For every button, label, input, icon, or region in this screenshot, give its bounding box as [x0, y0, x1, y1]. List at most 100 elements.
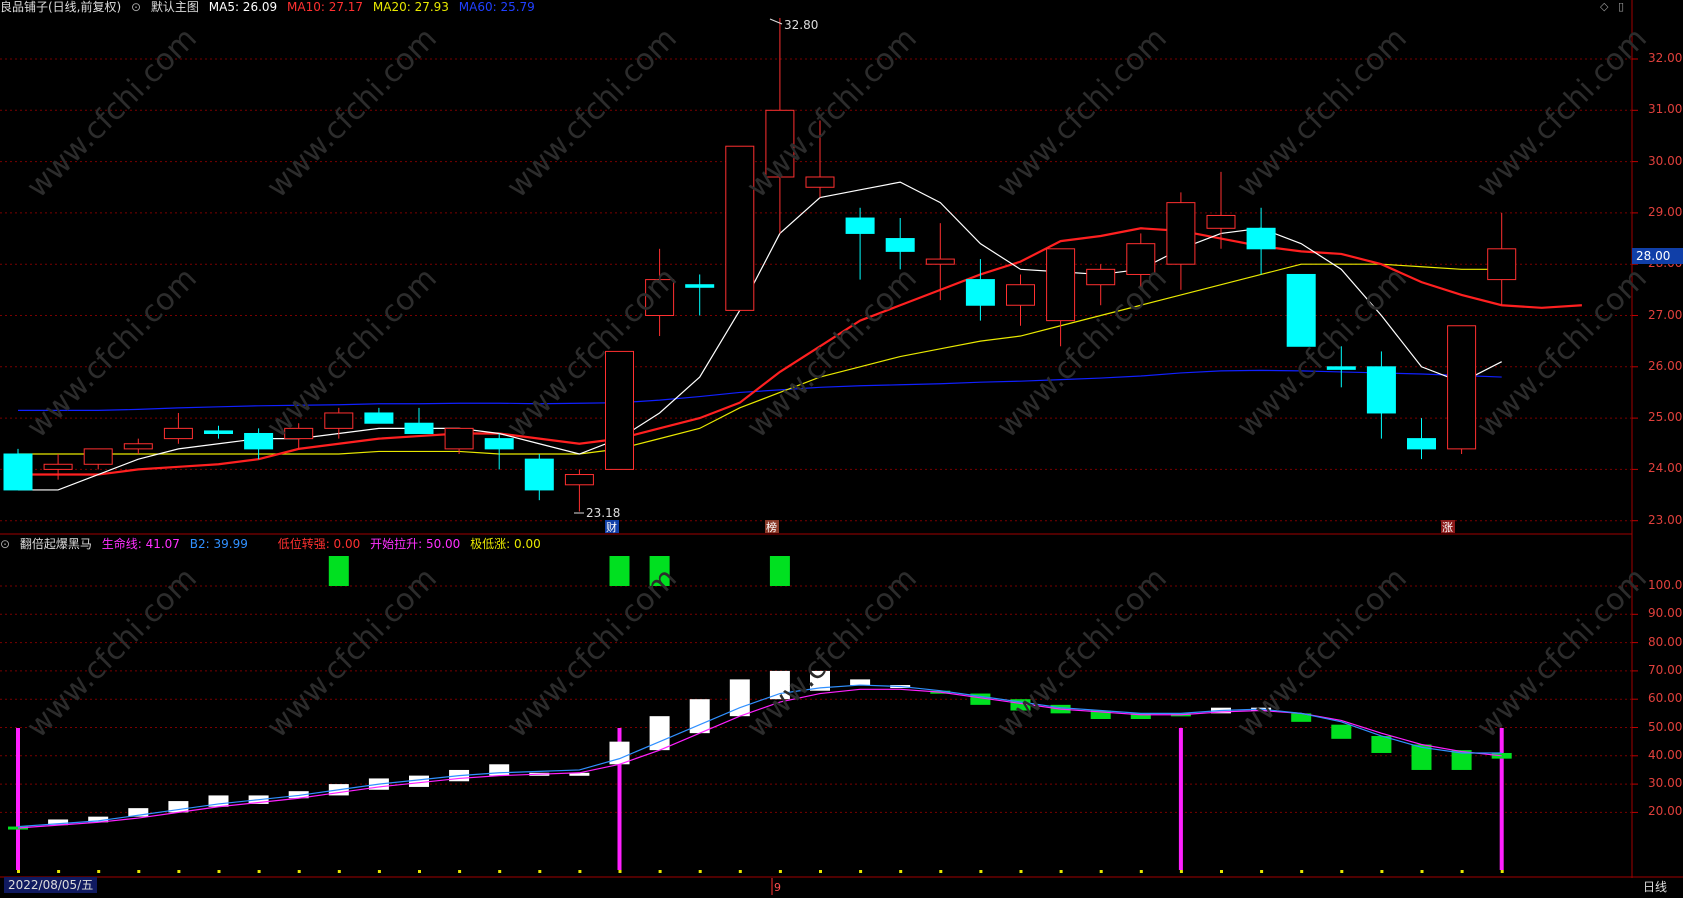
start-rise-label: 开始拉升: 50.00 [370, 537, 461, 551]
candle-up [1166, 202, 1196, 265]
date-label: 2022/08/05/五 [4, 877, 98, 893]
start-rise-bar [328, 556, 349, 586]
baseline-dot [778, 870, 782, 873]
low-turn-label: 低位转强: 0.00 [277, 537, 361, 551]
indicator-tick-label: 50.00 [1648, 719, 1683, 734]
price-tick-label: 29.00 [1648, 204, 1683, 219]
baseline-dot [859, 870, 863, 873]
indicator-bar-down [1331, 724, 1352, 739]
price-tick-label: 25.00 [1648, 410, 1683, 425]
candle-down [1366, 366, 1396, 414]
price-tick-label: 24.00 [1648, 461, 1683, 476]
chart-name[interactable]: 默认主图 [151, 0, 199, 14]
ma5-line [18, 181, 1502, 491]
magenta-signal-column [1178, 728, 1183, 870]
indicator-bar-up [409, 775, 429, 787]
candle-down [244, 432, 274, 450]
indicator-tick-label: 80.00 [1648, 634, 1683, 649]
chart-stage: 32.80 23.18 财 榜 涨 9 良品铺子(日线,前复权) ⊙ 默认主图 MA5: … [0, 0, 1683, 895]
baseline-dot [177, 870, 181, 873]
chevron-circle-icon[interactable]: ⊙ [131, 0, 141, 14]
candle-up [1487, 248, 1517, 281]
candle-up [605, 350, 634, 470]
candle-up [83, 448, 113, 465]
candle-down [845, 217, 875, 234]
low-rise-label: 极低涨: 0.00 [470, 537, 541, 551]
baseline-dot [899, 870, 903, 873]
candle-up [1006, 284, 1035, 306]
candle-down [885, 238, 915, 252]
baseline-dot [1300, 870, 1304, 873]
start-rise-bar [609, 556, 630, 586]
baseline-dot [418, 870, 421, 873]
baseline-dot [1420, 870, 1424, 873]
baseline-dot [1179, 870, 1183, 873]
baseline-dot [337, 870, 341, 873]
window-icon[interactable]: ▯ [1618, 0, 1624, 13]
ma10-label: MA10: 27.17 [287, 0, 364, 14]
baseline-dot [738, 870, 742, 873]
baseline-dot [1139, 870, 1143, 873]
baseline-dot [377, 870, 381, 873]
indicator-tick-label: 90.00 [1648, 606, 1683, 621]
indicator-bar-up [850, 679, 871, 686]
magenta-signal-column [16, 728, 20, 870]
period-label[interactable]: 日线 [1643, 878, 1667, 895]
baseline-dot [939, 870, 943, 873]
b2-label: B2: 39.99 [189, 537, 248, 551]
baseline-dot [1019, 870, 1023, 873]
baseline-dot [618, 870, 622, 873]
price-tick-label: 27.00 [1648, 307, 1683, 322]
price-tick-label: 26.00 [1648, 358, 1683, 373]
baseline-dot [1460, 870, 1464, 873]
baseline-dot [137, 870, 141, 873]
baseline-dot [538, 870, 542, 873]
baseline-dot [819, 870, 822, 873]
candle-down [1286, 273, 1316, 347]
diamond-icon[interactable]: ◇ [1600, 0, 1608, 13]
candle-up [43, 463, 73, 470]
candle-down [364, 412, 394, 424]
main-chart-header: 良品铺子(日线,前复权) ⊙ 默认主图 MA5: 26.09 MA10: 27.… [0, 0, 541, 16]
price-tick-label: 32.00 [1648, 51, 1683, 65]
baseline-dot [498, 870, 502, 873]
current-price-tag: 28.00 [1632, 248, 1683, 264]
candle-down [685, 284, 715, 288]
candle-up [324, 412, 354, 429]
candle-down [524, 458, 554, 491]
list-mark: 榜 [766, 520, 777, 534]
candle-up [1447, 325, 1477, 450]
chart-canvas[interactable]: 32.80 23.18财 榜 涨 9 [0, 0, 1683, 895]
baseline-dot [1059, 870, 1063, 873]
baseline-dot [1340, 870, 1344, 873]
candle-down [1407, 438, 1436, 450]
candle-up [805, 176, 835, 188]
candle-down [1246, 227, 1276, 250]
baseline-dot [979, 870, 983, 873]
candle-up [123, 443, 153, 450]
magenta-signal-column [1499, 728, 1504, 870]
finance-mark: 财 [606, 520, 617, 534]
candle-up [925, 258, 955, 265]
rise-mark: 涨 [1442, 521, 1453, 534]
candle-down [404, 422, 434, 434]
baseline-dot [698, 870, 702, 873]
collapse-icon[interactable]: ⊙ [0, 537, 10, 551]
indicator-title[interactable]: 翻倍起爆黑马 [20, 537, 92, 551]
baseline-dot [658, 870, 662, 873]
baseline-dot [1220, 870, 1223, 873]
candle-up [1086, 268, 1116, 286]
baseline-dot [578, 870, 582, 873]
indicator-tick-label: 40.00 [1648, 747, 1683, 762]
baseline-dot [17, 870, 20, 873]
price-tick-label: 23.00 [1648, 512, 1683, 527]
high-price-label: 32.80 [784, 18, 818, 32]
baseline-dot [57, 870, 61, 873]
indicator-bar-up [489, 764, 510, 776]
baseline-dot [1260, 870, 1264, 873]
start-rise-bar [769, 556, 790, 586]
stock-title[interactable]: 良品铺子(日线,前复权) [0, 0, 121, 14]
baseline-dot [1380, 870, 1384, 873]
candle-down [484, 438, 514, 450]
baseline-dot [458, 870, 462, 873]
